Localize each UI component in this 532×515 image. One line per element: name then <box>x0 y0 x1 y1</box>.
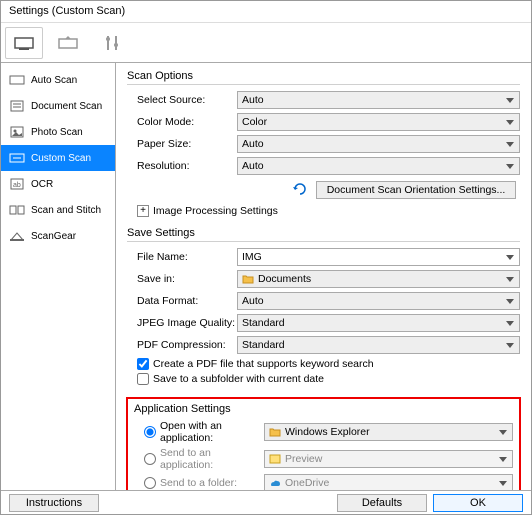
scanner-tab-icon[interactable] <box>5 27 43 59</box>
sidebar-item-label: Document Scan <box>31 101 102 112</box>
sidebar-item-scangear[interactable]: ScanGear <box>1 223 115 249</box>
pdf-keyword-label: Create a PDF file that supports keyword … <box>153 358 374 370</box>
resolution-label: Resolution: <box>127 160 237 172</box>
send-to-folder-radio[interactable] <box>144 477 156 489</box>
jpeg-quality-label: JPEG Image Quality: <box>127 317 237 329</box>
folder-icon <box>242 273 254 285</box>
open-with-app-radio[interactable] <box>144 426 156 438</box>
color-mode-label: Color Mode: <box>127 116 237 128</box>
sidebar-item-photo-scan[interactable]: Photo Scan <box>1 119 115 145</box>
sidebar: Auto Scan Document Scan Photo Scan Custo… <box>1 63 116 490</box>
application-settings-title: Application Settings <box>134 403 513 417</box>
data-format-dropdown[interactable]: Auto <box>237 292 520 310</box>
save-settings-group: Save Settings File Name: IMG Save in: Do… <box>126 226 521 389</box>
sidebar-item-label: ScanGear <box>31 231 76 242</box>
body: Auto Scan Document Scan Photo Scan Custo… <box>1 63 531 490</box>
auto-scan-icon <box>9 73 25 87</box>
resolution-dropdown[interactable]: Auto <box>237 157 520 175</box>
window-title: Settings (Custom Scan) <box>1 1 531 23</box>
sidebar-item-label: Scan and Stitch <box>31 205 101 216</box>
paper-size-label: Paper Size: <box>127 138 237 150</box>
pdf-compression-label: PDF Compression: <box>127 339 237 351</box>
subfolder-date-label: Save to a subfolder with current date <box>153 373 324 385</box>
scan-options-group: Scan Options Select Source: Auto Color M… <box>126 69 521 218</box>
select-source-label: Select Source: <box>127 94 237 106</box>
output-tab-icon[interactable] <box>49 27 87 59</box>
send-to-app-radio[interactable] <box>144 453 156 465</box>
sidebar-item-custom-scan[interactable]: Custom Scan <box>1 145 115 171</box>
onedrive-icon <box>269 477 281 489</box>
sidebar-item-label: OCR <box>31 179 53 190</box>
file-name-label: File Name: <box>127 251 237 263</box>
orientation-settings-button[interactable]: Document Scan Orientation Settings... <box>316 181 516 199</box>
jpeg-quality-dropdown[interactable]: Standard <box>237 314 520 332</box>
photo-scan-icon <box>9 125 25 139</box>
svg-text:ab: ab <box>13 182 21 189</box>
pdf-compression-dropdown[interactable]: Standard <box>237 336 520 354</box>
send-to-folder-dropdown[interactable]: OneDrive <box>264 474 513 490</box>
select-source-dropdown[interactable]: Auto <box>237 91 520 109</box>
pdf-keyword-checkbox[interactable] <box>137 358 149 370</box>
sidebar-item-scan-stitch[interactable]: Scan and Stitch <box>1 197 115 223</box>
sidebar-item-label: Custom Scan <box>31 153 91 164</box>
ocr-icon: ab <box>9 177 25 191</box>
footer: Instructions Defaults OK <box>1 490 531 514</box>
data-format-label: Data Format: <box>127 295 237 307</box>
save-in-label: Save in: <box>127 273 237 285</box>
save-in-dropdown[interactable]: Documents <box>237 270 520 288</box>
defaults-button[interactable]: Defaults <box>337 494 427 512</box>
paper-size-dropdown[interactable]: Auto <box>237 135 520 153</box>
plus-icon: + <box>137 205 149 217</box>
instructions-button[interactable]: Instructions <box>9 494 99 512</box>
scan-options-title: Scan Options <box>127 70 520 85</box>
sidebar-item-ocr[interactable]: ab OCR <box>1 171 115 197</box>
main-panel: Scan Options Select Source: Auto Color M… <box>116 63 531 490</box>
color-mode-dropdown[interactable]: Color <box>237 113 520 131</box>
document-scan-icon <box>9 99 25 113</box>
application-settings-group: Application Settings Open with an applic… <box>126 397 521 490</box>
custom-scan-icon <box>9 151 25 165</box>
sidebar-item-auto-scan[interactable]: Auto Scan <box>1 67 115 93</box>
explorer-icon <box>269 426 281 438</box>
sidebar-item-label: Auto Scan <box>31 75 77 86</box>
settings-window: Settings (Custom Scan) Auto Scan Documen… <box>0 0 532 515</box>
sidebar-item-label: Photo Scan <box>31 127 83 138</box>
scangear-icon <box>9 229 25 243</box>
subfolder-date-checkbox[interactable] <box>137 373 149 385</box>
preview-icon <box>269 453 281 465</box>
ok-button[interactable]: OK <box>433 494 523 512</box>
tools-tab-icon[interactable] <box>93 27 131 59</box>
save-settings-title: Save Settings <box>127 227 520 242</box>
orientation-refresh-icon[interactable] <box>292 182 310 199</box>
file-name-input[interactable]: IMG <box>237 248 520 266</box>
image-processing-expander[interactable]: + Image Processing Settings <box>137 205 520 217</box>
send-to-app-dropdown[interactable]: Preview <box>264 450 513 468</box>
sidebar-item-document-scan[interactable]: Document Scan <box>1 93 115 119</box>
open-with-app-dropdown[interactable]: Windows Explorer <box>264 423 513 441</box>
top-toolbar <box>1 23 531 63</box>
scan-stitch-icon <box>9 203 25 217</box>
